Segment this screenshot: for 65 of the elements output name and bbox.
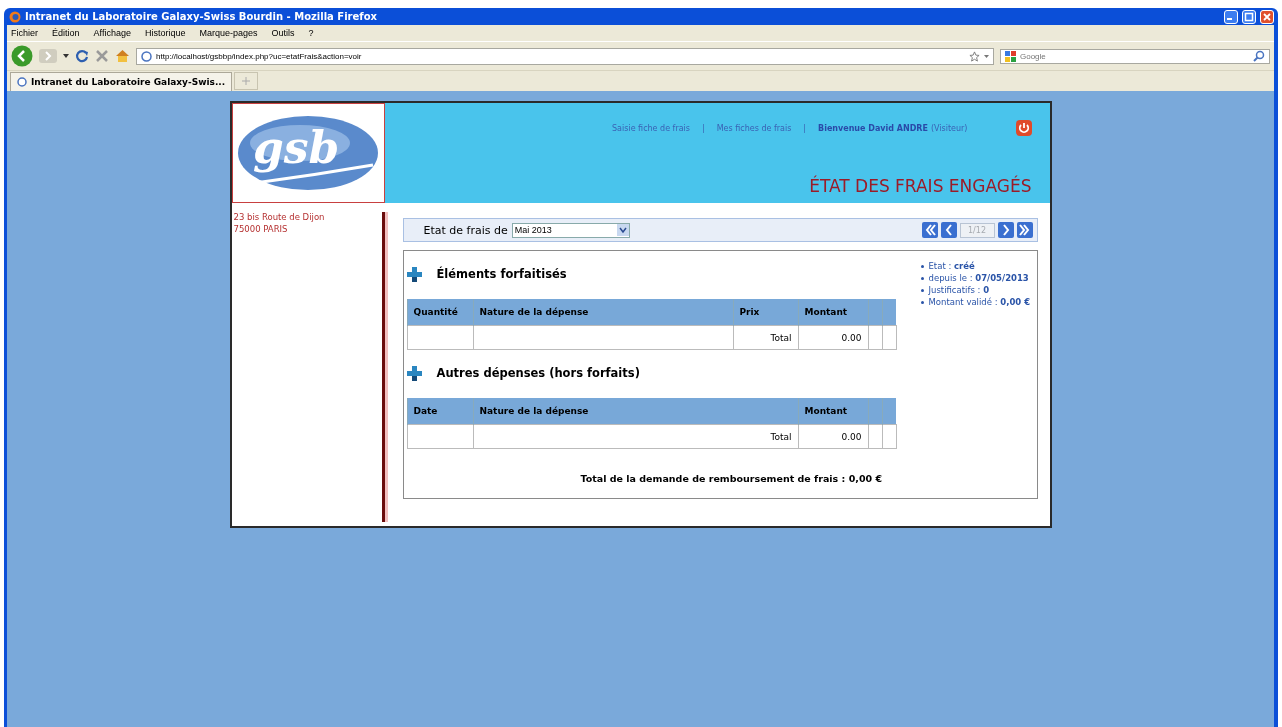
google-icon[interactable] bbox=[1005, 50, 1017, 62]
dropdown-icon[interactable] bbox=[63, 54, 69, 58]
next-icon[interactable] bbox=[1016, 222, 1033, 238]
column-header: Nature de la dépense bbox=[473, 299, 733, 326]
close-icon bbox=[1261, 10, 1273, 23]
status-item: depuis le : 07/05/2013 bbox=[928, 272, 1029, 284]
next-icon[interactable] bbox=[997, 222, 1014, 238]
grand-total: Total de la demande de remboursement de frais : 0,00 € bbox=[579, 473, 884, 484]
minimize-icon bbox=[1227, 17, 1232, 20]
section-title: Éléments forfaitisés bbox=[436, 267, 567, 281]
dropdown-icon[interactable] bbox=[984, 54, 989, 58]
previous-icon[interactable] bbox=[940, 222, 957, 238]
address-line: 23 bis Route de Dijon bbox=[233, 211, 326, 223]
month-select[interactable]: Mai 2013 bbox=[511, 222, 630, 238]
window-title: Intranet du Laboratoire Galaxy-Swiss Bourdin - Mozilla Firefox bbox=[25, 11, 378, 22]
close-button[interactable] bbox=[1260, 9, 1274, 24]
welcome-text: Bienvenue David ANDRE bbox=[818, 123, 928, 133]
menu-item[interactable]: Édition bbox=[52, 28, 80, 38]
menu-item[interactable]: Historique bbox=[144, 28, 186, 38]
selector-label: Etat de frais de bbox=[423, 223, 508, 237]
column-header: Nature de la dépense bbox=[473, 398, 798, 425]
status-item: Etat : créé bbox=[928, 260, 975, 272]
star-icon[interactable] bbox=[969, 50, 980, 62]
page-title: ÉTAT DES FRAIS ENGAGÉS bbox=[808, 176, 1032, 196]
page-icon bbox=[17, 77, 27, 87]
total-amount: 0.00 bbox=[841, 431, 862, 442]
search-field[interactable]: Google bbox=[1020, 51, 1250, 61]
plus-icon bbox=[406, 266, 422, 282]
total-amount: 0.00 bbox=[841, 332, 862, 343]
status-item: Justificatifs : 0 bbox=[928, 284, 990, 296]
separator: | bbox=[803, 123, 807, 133]
total-label: Total bbox=[770, 431, 792, 442]
home-icon[interactable] bbox=[115, 49, 130, 63]
search-bar[interactable]: Google bbox=[1000, 48, 1270, 64]
address-line: 75000 PARIS bbox=[233, 223, 289, 235]
browser-tab[interactable]: Intranet du Laboratoire Galaxy-Swis... bbox=[10, 72, 233, 91]
back-icon[interactable] bbox=[11, 45, 33, 67]
dropdown-icon[interactable] bbox=[616, 224, 629, 236]
total-label: Total bbox=[770, 332, 792, 343]
column-header: Prix bbox=[733, 299, 798, 326]
column-header: Montant bbox=[798, 398, 868, 425]
menu-item[interactable]: Fichier bbox=[11, 28, 38, 38]
separator: | bbox=[702, 123, 705, 133]
reload-icon[interactable] bbox=[75, 49, 89, 63]
power-icon[interactable] bbox=[1015, 120, 1032, 136]
previous-icon[interactable] bbox=[921, 222, 938, 238]
logo: gsb bbox=[231, 103, 385, 203]
status-item: Montant validé : 0,00 € bbox=[928, 296, 1031, 308]
role-text: (Visiteur) bbox=[930, 123, 968, 133]
plus-icon bbox=[406, 365, 422, 381]
section-title: Autres dépenses (hors forfaits) bbox=[436, 366, 640, 380]
plus-icon bbox=[242, 77, 251, 85]
menu-item[interactable]: ? bbox=[308, 28, 314, 38]
search-icon[interactable] bbox=[1253, 50, 1265, 62]
menu-item[interactable]: Affichage bbox=[93, 28, 131, 38]
column-header: Quantité bbox=[407, 299, 473, 326]
page-icon bbox=[141, 50, 152, 62]
maximize-icon bbox=[1243, 10, 1255, 23]
maximize-button[interactable] bbox=[1242, 9, 1256, 24]
column-header: Montant bbox=[798, 299, 868, 326]
menu-item[interactable]: Outils bbox=[271, 28, 295, 38]
menu-item[interactable]: Marque-pages bbox=[199, 28, 258, 38]
address-bar[interactable]: http://localhost/gsbbp/index.php?uc=etatFrais&action=voir bbox=[136, 47, 994, 65]
minimize-button[interactable] bbox=[1224, 9, 1238, 24]
column-header: Date bbox=[407, 398, 473, 425]
